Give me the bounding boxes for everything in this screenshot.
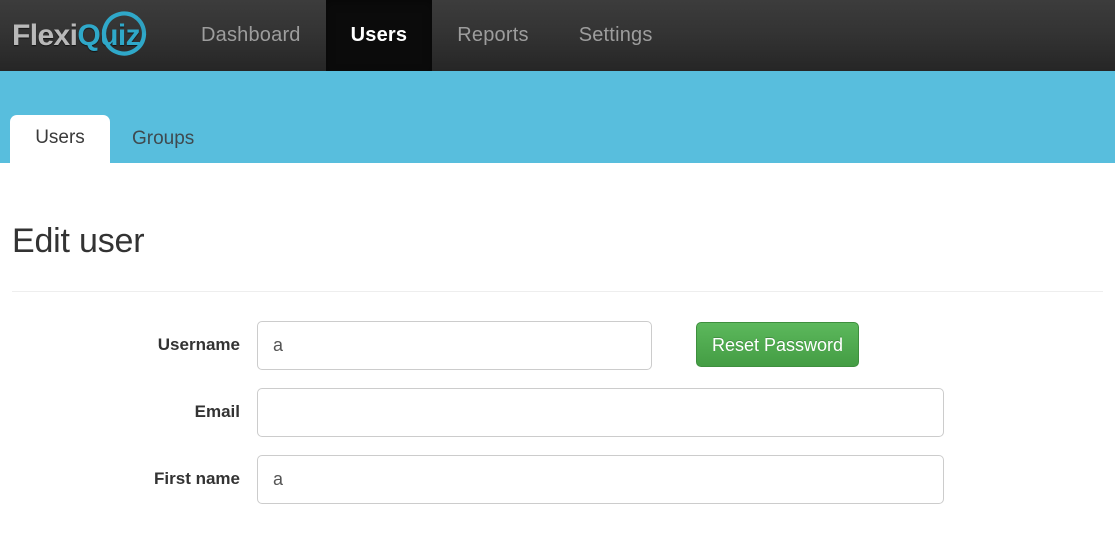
first-name-input[interactable] [257, 455, 944, 505]
tab-groups[interactable]: Groups [110, 117, 216, 163]
sub-navigation-bar: Users Groups [0, 71, 1115, 163]
primary-nav-items: Dashboard Users Reports Settings [176, 0, 678, 71]
brand-name-quiz: Quiz [77, 18, 140, 52]
email-label: Email [194, 402, 240, 422]
form-row-username: Username Reset Password [12, 321, 1103, 371]
form-row-first-name: First name [12, 455, 1103, 505]
main-content: Edit user Username Reset Password Email … [0, 163, 1115, 505]
brand-name-flexi: Flexi [12, 18, 78, 52]
nav-item-reports[interactable]: Reports [432, 0, 553, 71]
reset-password-button[interactable]: Reset Password [696, 322, 860, 368]
nav-item-settings[interactable]: Settings [554, 0, 678, 71]
nav-item-users[interactable]: Users [325, 0, 433, 71]
email-control-wrap [257, 388, 1103, 438]
username-label: Username [157, 335, 240, 355]
top-navigation-bar: Flexi Quiz Dashboard Users Reports Setti… [0, 0, 1115, 71]
email-input[interactable] [257, 388, 944, 438]
username-input[interactable] [257, 321, 652, 371]
form-row-email: Email [12, 388, 1103, 438]
page-title: Edit user [12, 222, 145, 260]
nav-item-dashboard[interactable]: Dashboard [176, 0, 326, 71]
tab-users[interactable]: Users [10, 115, 110, 163]
first-name-control-wrap [257, 455, 1103, 505]
username-control-wrap: Reset Password [257, 321, 1103, 371]
brand-logo-link[interactable]: Flexi Quiz [0, 0, 154, 71]
flexiquiz-logo: Flexi Quiz [12, 10, 147, 56]
first-name-label: First name [154, 469, 240, 489]
edit-user-form: Username Reset Password Email First name [12, 292, 1103, 505]
